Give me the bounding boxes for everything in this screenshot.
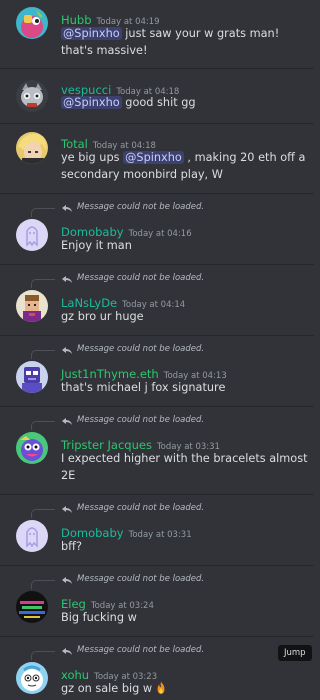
blonde-anime-avatar-icon: [16, 132, 48, 164]
teal-pink-character-avatar-icon: [16, 7, 48, 39]
reply-placeholder-text: Message could not be loaded.: [77, 503, 205, 513]
message-item[interactable]: vespucci Today at 04:18 @Spinxho good shi…: [0, 69, 314, 123]
avatar[interactable]: [16, 591, 48, 623]
blue-cartoon-avatar-icon: [16, 662, 48, 694]
reply-arrow-icon: [62, 648, 72, 655]
reply-arrow-icon: [62, 205, 72, 212]
message-item[interactable]: Message could not be loaded. Domobaby Tod…: [0, 495, 314, 565]
reply-arrow-icon: [62, 347, 72, 354]
reply-spine: [31, 580, 55, 589]
message-content: @Spinxho good shit gg: [61, 94, 309, 111]
message-text: that's michael j fox signature: [61, 381, 226, 394]
reply-placeholder-text: Message could not be loaded.: [77, 344, 205, 354]
reply-placeholder-text: Message could not be loaded.: [77, 415, 205, 425]
reply-spine: [31, 208, 55, 217]
message-item[interactable]: Total Today at 04:18 ye big ups @Spinxho …: [0, 124, 314, 193]
avatar[interactable]: [16, 520, 48, 552]
avatar[interactable]: [16, 361, 48, 393]
reply-arrow-icon: [62, 418, 72, 425]
rainbow-creature-avatar-icon: [16, 432, 48, 464]
message-item[interactable]: Message could not be loaded. xohu Today a…: [0, 637, 314, 700]
reply-spine: [31, 651, 55, 660]
reply-placeholder-text: Message could not be loaded.: [77, 574, 205, 584]
message-text: ye big ups: [61, 151, 124, 164]
user-mention[interactable]: @Spinxho: [123, 151, 184, 164]
avatar[interactable]: [16, 219, 48, 251]
reply-placeholder-text: Message could not be loaded.: [77, 273, 205, 283]
avatar[interactable]: [16, 662, 48, 694]
message-item[interactable]: Message could not be loaded. Tripster Ja…: [0, 407, 314, 494]
reply-spine: [31, 509, 55, 518]
message-text: Enjoy it man: [61, 239, 132, 252]
fire-emoji-icon: [157, 681, 165, 695]
reply-placeholder-text: Message could not be loaded.: [77, 645, 205, 655]
avatar[interactable]: [16, 132, 48, 164]
reply-arrow-icon: [62, 506, 72, 513]
reply-spine: [31, 279, 55, 288]
avatar[interactable]: [16, 432, 48, 464]
message-content: ye big ups @Spinxho , making 20 eth off …: [61, 149, 309, 183]
dark-glitch-avatar-icon: [16, 591, 48, 623]
grey-cat-avatar-icon: [16, 80, 48, 112]
message-item[interactable]: Message could not be loaded. Just1nThyme…: [0, 336, 314, 406]
message-text: bff?: [61, 540, 82, 553]
reply-spine: [31, 421, 55, 430]
reply-arrow-icon: [62, 276, 72, 283]
pixel-character-avatar-icon: [16, 290, 48, 322]
message-text: gz bro ur huge: [61, 310, 144, 323]
purple-robot-avatar-icon: [16, 361, 48, 393]
lavender-ghost-avatar-icon: [16, 520, 48, 552]
jump-button[interactable]: Jump: [278, 645, 312, 661]
message-content: gz on sale big w: [61, 680, 309, 697]
message-item[interactable]: Message could not be loaded. Eleg Today a…: [0, 566, 314, 636]
user-mention[interactable]: @Spinxho: [61, 96, 122, 109]
message-feed[interactable]: Hubb Today at 04:19 @Spinxho just saw you…: [0, 0, 314, 700]
message-text: gz on sale big w: [61, 682, 153, 695]
message-text: Big fucking w: [61, 611, 137, 624]
message-item[interactable]: Hubb Today at 04:19 @Spinxho just saw you…: [0, 0, 314, 68]
lavender-ghost-avatar-icon: [16, 219, 48, 251]
reply-spine: [31, 350, 55, 359]
reply-placeholder-text: Message could not be loaded.: [77, 202, 205, 212]
message-content: @Spinxho just saw your w grats man! that…: [61, 25, 309, 59]
avatar[interactable]: [16, 290, 48, 322]
message-text: I expected higher with the bracelets alm…: [61, 452, 308, 482]
message-text: good shit gg: [121, 96, 196, 109]
user-mention[interactable]: @Spinxho: [61, 27, 122, 40]
reply-arrow-icon: [62, 577, 72, 584]
avatar[interactable]: [16, 80, 48, 112]
avatar[interactable]: [16, 7, 48, 39]
message-item[interactable]: Message could not be loaded. LaNsLyDe Tod…: [0, 265, 314, 335]
message-item[interactable]: Message could not be loaded. Domobaby Tod…: [0, 194, 314, 264]
